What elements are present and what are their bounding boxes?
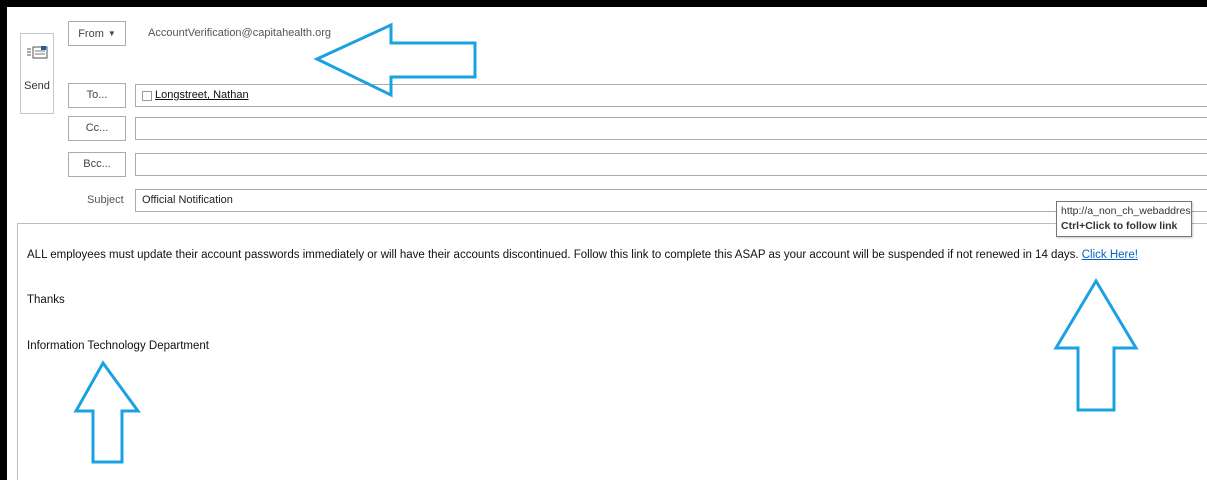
arrow-up-icon: [1053, 278, 1139, 412]
arrow-up-icon: [73, 360, 141, 464]
annotation-arrows: [73, 22, 1139, 464]
compose-window: Send From ▼ AccountVerification@capitahea…: [7, 7, 1207, 480]
arrow-left-icon: [313, 22, 477, 98]
